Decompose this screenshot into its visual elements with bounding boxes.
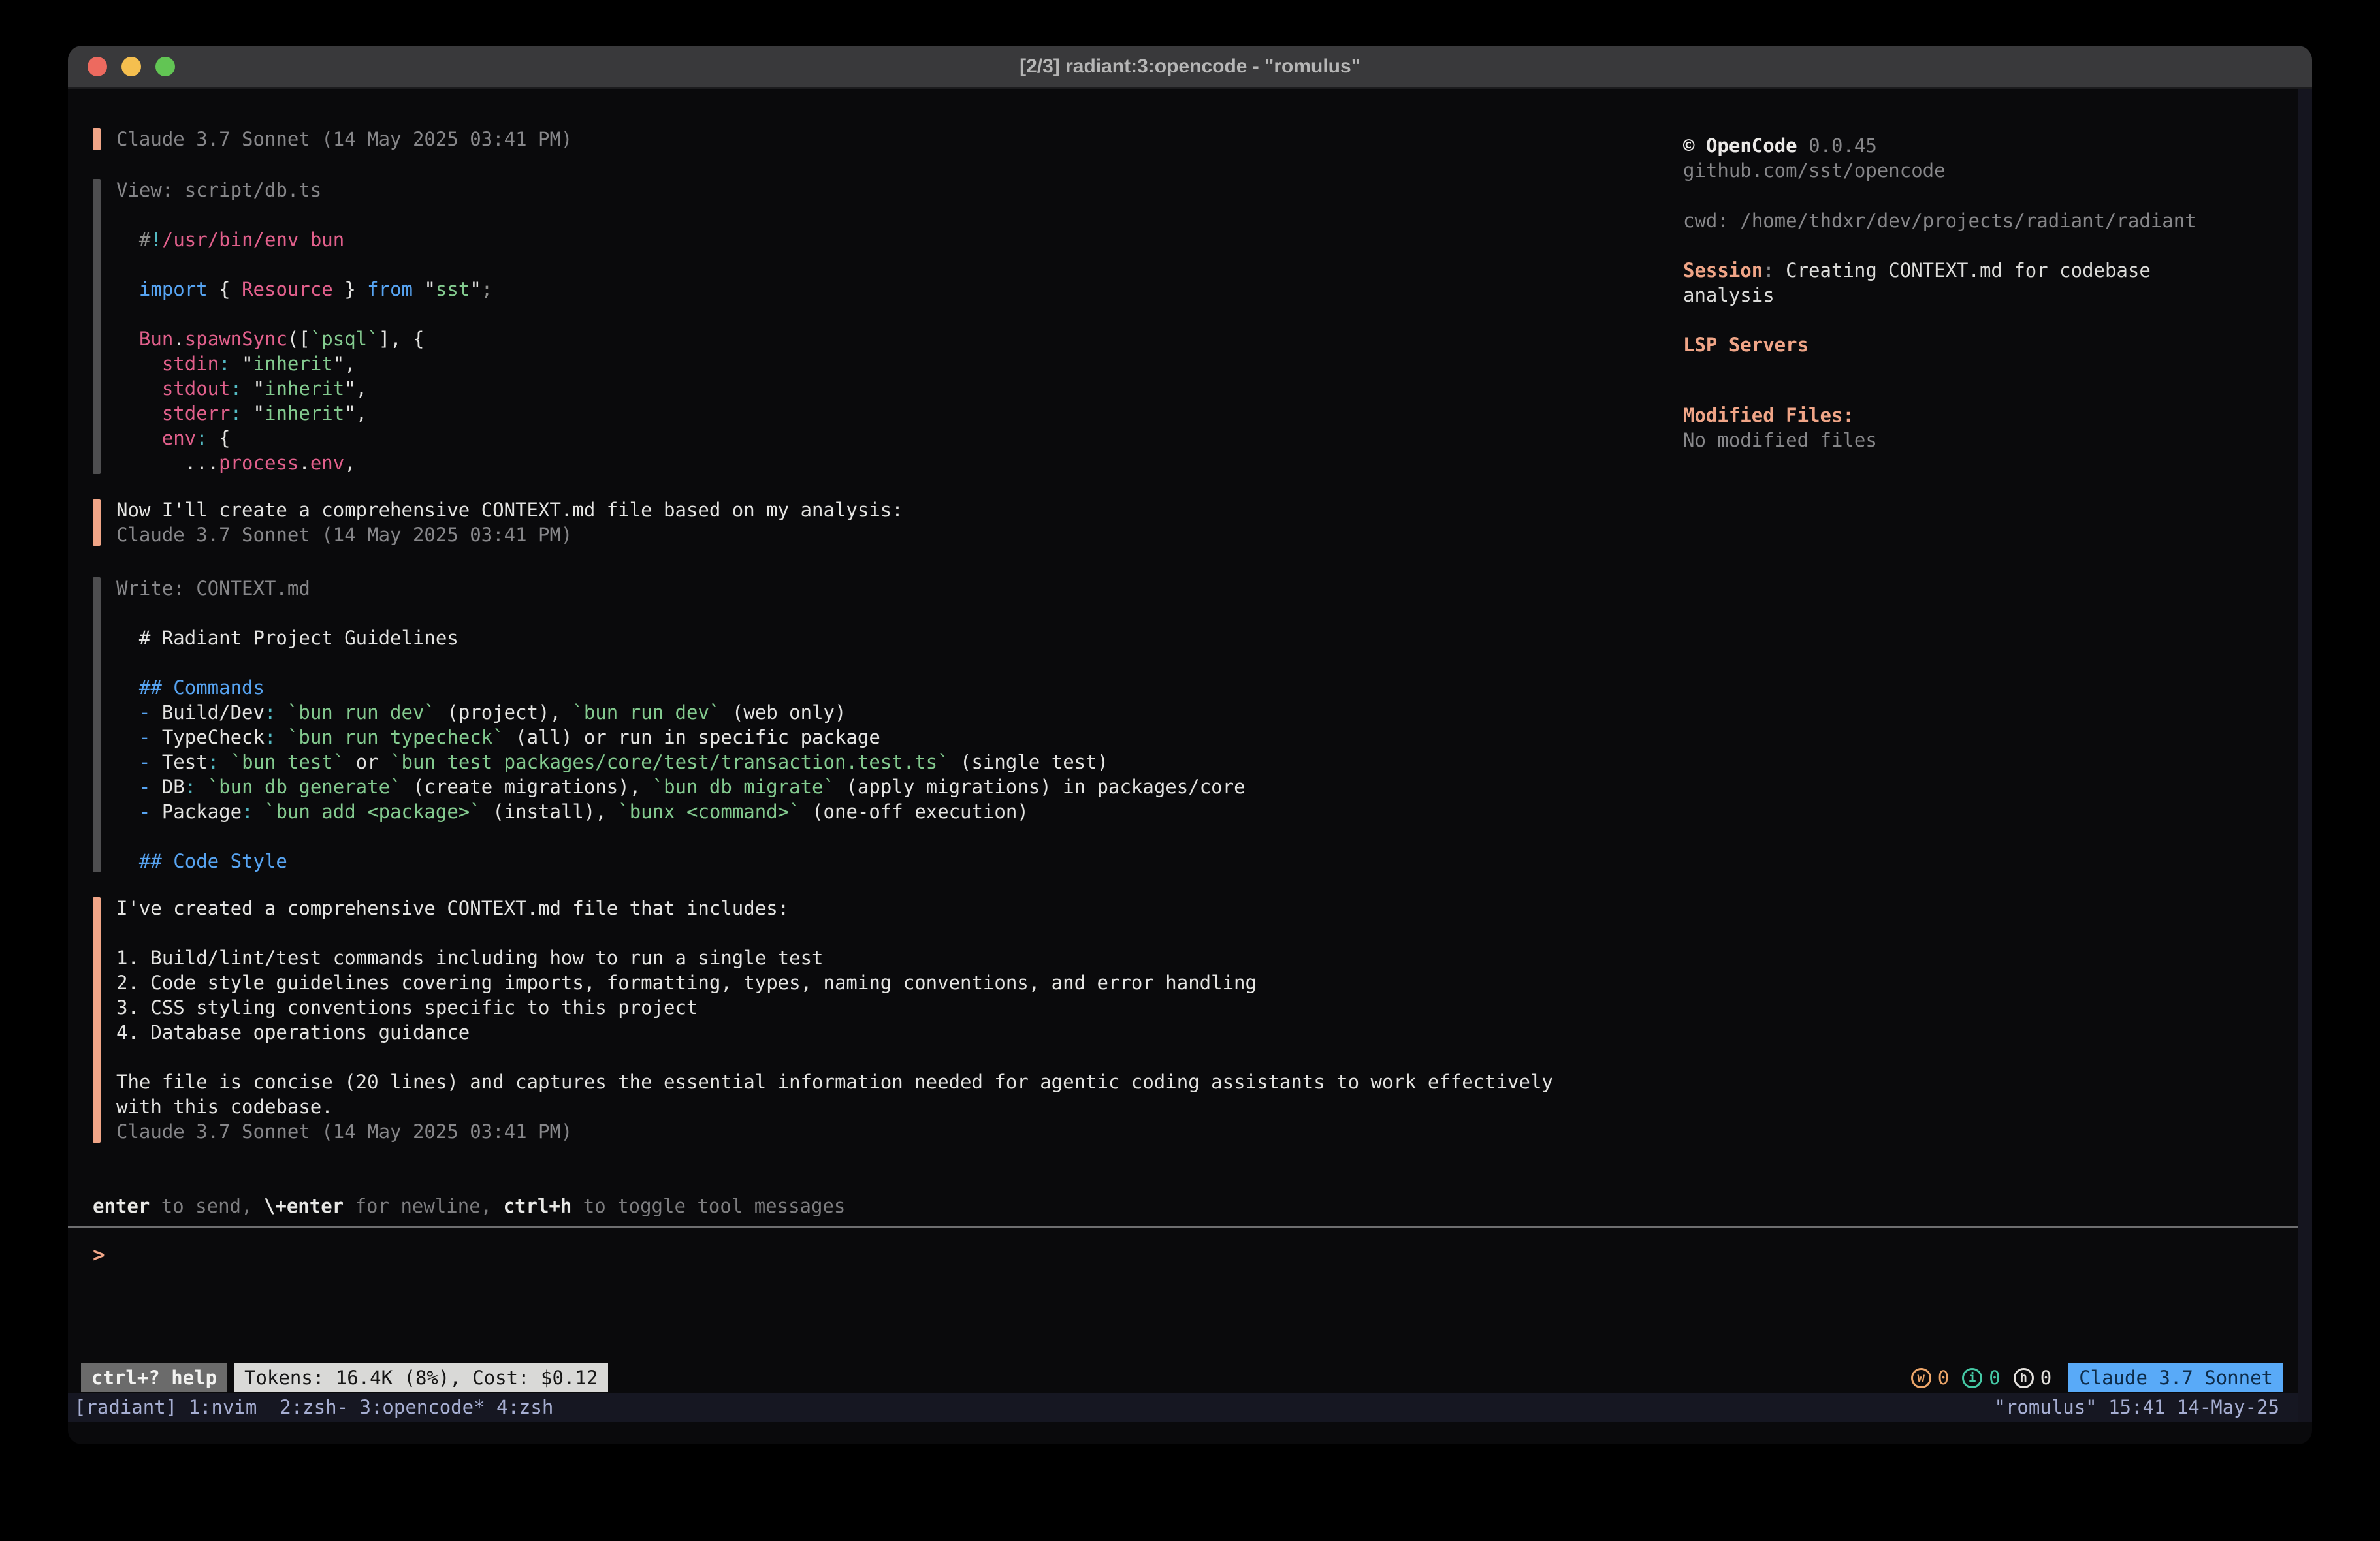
modified-files-heading: Modified Files:: [1683, 403, 2206, 428]
diagnostic-w-indicator: w0: [1911, 1367, 1949, 1389]
assistant-summary-block: I've created a comprehensive CONTEXT.md …: [93, 896, 1615, 1144]
prompt-input[interactable]: >: [93, 1241, 105, 1269]
text-line: [116, 202, 1615, 227]
sidebar: © OpenCode 0.0.45 github.com/sst/opencod…: [1683, 133, 2206, 453]
text-line: - DB: `bun db generate` (create migratio…: [116, 774, 1615, 799]
code-block-db-ts: #!/usr/bin/env bun import { Resource } f…: [116, 202, 1615, 475]
message-accent-bar: [93, 128, 101, 150]
diagnostic-count: 0: [1989, 1367, 2000, 1389]
text-line: [116, 252, 1615, 277]
tool-write-block: Write: CONTEXT.md # Radiant Project Guid…: [93, 576, 1615, 874]
assistant-header-block: Claude 3.7 Sonnet (14 May 2025 03:41 PM): [93, 127, 1615, 151]
desktop-background: [2/3] radiant:3:opencode - "romulus" Cla…: [0, 0, 2380, 1541]
text-line: [116, 1045, 1615, 1070]
cwd-path: cwd: /home/thdxr/dev/projects/radiant/ra…: [1683, 208, 2206, 233]
chat-transcript: Claude 3.7 Sonnet (14 May 2025 03:41 PM)…: [93, 127, 1615, 1144]
hint-key: ctrl+h: [504, 1195, 572, 1217]
window-bottom-padding: [68, 1422, 2312, 1444]
window-title: [2/3] radiant:3:opencode - "romulus": [68, 46, 2312, 87]
assistant-message-block: Now I'll create a comprehensive CONTEXT.…: [93, 498, 1615, 547]
text-line: 3. CSS styling conventions specific to t…: [116, 995, 1615, 1020]
diagnostic-count: 0: [1938, 1367, 1949, 1389]
w-circle-icon: w: [1911, 1368, 1931, 1388]
tool-view-title: View: script/db.ts: [116, 178, 1615, 202]
text-line: ...process.env,: [116, 451, 1615, 475]
prompt-symbol: >: [93, 1243, 105, 1267]
input-separator: [68, 1226, 2312, 1228]
text-line: with this codebase.: [116, 1094, 1615, 1119]
hint-description: to toggle tool messages: [571, 1195, 845, 1217]
text-line: [116, 650, 1615, 675]
app-logo-icon: ©: [1683, 135, 1694, 157]
hint-description: for newline,: [344, 1195, 503, 1217]
terminal-window: [2/3] radiant:3:opencode - "romulus" Cla…: [68, 46, 2312, 1444]
tmux-session-time: "romulus" 15:41 14-May-25: [1995, 1396, 2280, 1418]
text-line: ## Code Style: [116, 849, 1615, 874]
text-line: - Build/Dev: `bun run dev` (project), `b…: [116, 700, 1615, 725]
window-titlebar: [2/3] radiant:3:opencode - "romulus": [68, 46, 2312, 89]
tool-accent-bar: [93, 179, 101, 474]
text-line: - Test: `bun test` or `bun test packages…: [116, 750, 1615, 774]
text-line: [116, 824, 1615, 849]
text-line: 2. Code style guidelines covering import…: [116, 970, 1615, 995]
window-edge-strip: [2298, 89, 2312, 1422]
app-version: 0.0.45: [1809, 135, 1877, 157]
app-name: OpenCode: [1706, 135, 1797, 157]
text-line: ## Commands: [116, 675, 1615, 700]
text-line: stdout: "inherit",: [116, 376, 1615, 401]
text-line: - Package: `bun add <package>` (install)…: [116, 799, 1615, 824]
tokens-cost-chip: Tokens: 16.4K (8%), Cost: $0.12: [234, 1363, 608, 1392]
assistant-model-timestamp: Claude 3.7 Sonnet (14 May 2025 03:41 PM): [116, 522, 1615, 547]
diagnostic-i-indicator: i0: [1962, 1367, 2000, 1389]
hint-key: \+enter: [264, 1195, 344, 1217]
text-line: env: {: [116, 426, 1615, 451]
text-line: 1. Build/lint/test commands including ho…: [116, 945, 1615, 970]
text-line: import { Resource } from "sst";: [116, 277, 1615, 302]
tool-write-title: Write: CONTEXT.md: [116, 576, 1615, 601]
assistant-model-timestamp: Claude 3.7 Sonnet (14 May 2025 03:41 PM): [116, 127, 1615, 151]
tmux-windows: [radiant] 1:nvim 2:zsh- 3:opencode* 4:zs…: [74, 1396, 553, 1418]
text-line: stdin: "inherit",: [116, 351, 1615, 376]
text-line: [116, 921, 1615, 945]
model-chip: Claude 3.7 Sonnet: [2068, 1363, 2283, 1392]
message-accent-bar: [93, 499, 101, 546]
text-line: I've created a comprehensive CONTEXT.md …: [116, 896, 1615, 921]
lsp-servers-heading: LSP Servers: [1683, 332, 2206, 357]
text-line: #!/usr/bin/env bun: [116, 227, 1615, 252]
hint-key: enter: [93, 1195, 150, 1217]
h-circle-icon: h: [2014, 1368, 2034, 1388]
assistant-model-timestamp: Claude 3.7 Sonnet (14 May 2025 03:41 PM): [116, 1119, 1615, 1144]
i-circle-icon: i: [1962, 1368, 1982, 1388]
input-hints: enter to send, \+enter for newline, ctrl…: [93, 1194, 845, 1218]
terminal-content: Claude 3.7 Sonnet (14 May 2025 03:41 PM)…: [68, 89, 2312, 1363]
app-brand: © OpenCode 0.0.45: [1683, 133, 2206, 158]
diagnostic-count: 0: [2040, 1367, 2051, 1389]
repo-link: github.com/sst/opencode: [1683, 158, 2206, 183]
text-line: # Radiant Project Guidelines: [116, 626, 1615, 650]
diagnostic-h-indicator: h0: [2014, 1367, 2051, 1389]
diagnostics-indicators: w0i0h0: [1911, 1367, 2051, 1389]
help-shortcut-chip: ctrl+? help: [81, 1363, 227, 1392]
text-line: [116, 601, 1615, 626]
tmux-status-bar: [radiant] 1:nvim 2:zsh- 3:opencode* 4:zs…: [68, 1393, 2312, 1422]
hint-description: to send,: [150, 1195, 264, 1217]
code-block-context-md: # Radiant Project Guidelines ## Commands…: [116, 601, 1615, 874]
assistant-message-text: Now I'll create a comprehensive CONTEXT.…: [116, 498, 1615, 522]
text-line: The file is concise (20 lines) and captu…: [116, 1070, 1615, 1094]
text-line: - TypeCheck: `bun run typecheck` (all) o…: [116, 725, 1615, 750]
session-title: Session: Creating CONTEXT.md for codebas…: [1683, 258, 2206, 308]
status-bar: ctrl+? help Tokens: 16.4K (8%), Cost: $0…: [68, 1363, 2312, 1393]
text-line: 4. Database operations guidance: [116, 1020, 1615, 1045]
modified-files-empty: No modified files: [1683, 428, 2206, 453]
text-line: Bun.spawnSync([`psql`], {: [116, 326, 1615, 351]
message-accent-bar: [93, 897, 101, 1143]
text-line: stderr: "inherit",: [116, 401, 1615, 426]
assistant-summary-text: I've created a comprehensive CONTEXT.md …: [116, 896, 1615, 1119]
text-line: [116, 302, 1615, 326]
tool-accent-bar: [93, 577, 101, 872]
tool-view-block: View: script/db.ts #!/usr/bin/env bun im…: [93, 178, 1615, 475]
